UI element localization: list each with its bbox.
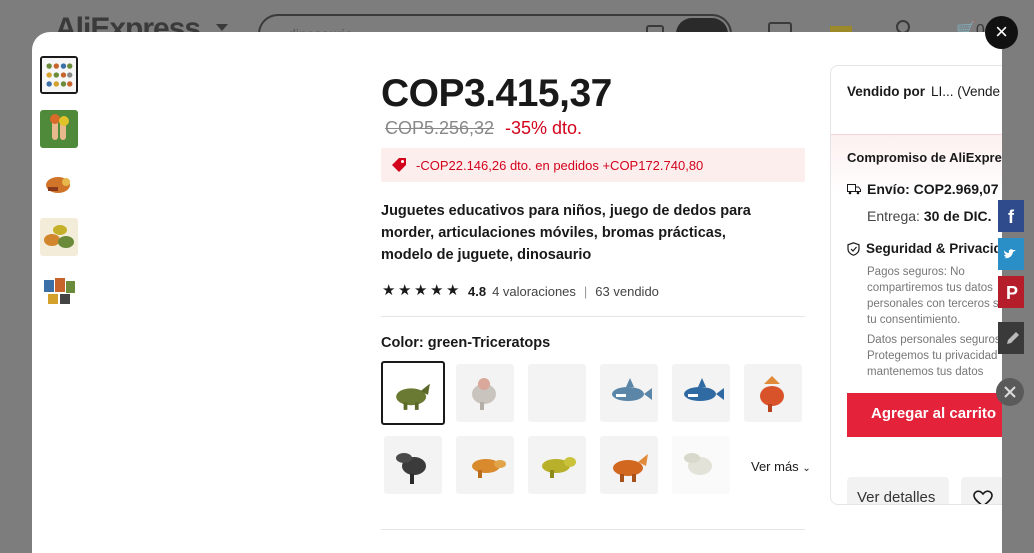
color-swatch-7[interactable] [384,436,442,494]
view-details-button[interactable]: Ver detalles [847,477,949,504]
star-icon: ★ [414,282,428,299]
sold-by-label: Vendido por [847,84,926,99]
color-swatch-4[interactable] [600,364,658,422]
thumbnail-4[interactable] [40,218,78,256]
dino-red-icon [760,376,784,412]
svg-text:P: P [1006,283,1018,303]
tag-icon [392,158,406,172]
dino-head-thumb [40,165,78,203]
thumbnail-1[interactable] [40,56,78,94]
security-text: mantenemos tus datos [867,366,984,378]
security-title: Seguridad & Privacid [866,241,1002,256]
dino-pack-thumb [40,272,78,310]
divider [381,529,805,530]
product-title: Juguetes educativos para niños, juego de… [381,203,751,263]
rating-row[interactable]: ★ ★ ★ ★ ★ 4.8 4 valoraciones | 63 vendid… [382,281,659,301]
see-more-link[interactable]: Ver más ⌄ [751,459,811,474]
product-quick-view-modal: COP3.415,37 COP5.256,32 -35% dto. -COP22… [32,32,1002,553]
sold-count: 63 vendido [595,283,659,299]
security-text: Datos personales seguros [867,334,1001,346]
shark-blue-icon [684,378,724,401]
star-icon: ★ [382,282,396,299]
wishlist-button[interactable] [961,477,1002,504]
triceratops-green-icon [396,383,430,410]
coupon-banner[interactable]: -COP22.146,26 dto. en pedidos +COP172.74… [381,148,805,182]
dino-yellow-icon [542,457,576,478]
sold-by-row[interactable]: Vendido por LI... (Vende [847,84,1000,99]
chevron-down-icon: ⌄ [802,463,811,474]
svg-text:f: f [1008,207,1015,227]
discount-badge: -35% dto. [505,118,583,138]
coupon-text: -COP22.146,26 dto. en pedidos +COP172.74… [416,158,704,173]
star-icon: ★ [430,282,444,299]
shipping-cost: Envío: COP2.969,07 [867,181,999,197]
modal-close-button[interactable]: × [985,16,1018,49]
seller-name[interactable]: LI... (Vende [931,84,1000,99]
color-label: Color: green-Triceratops [381,335,551,351]
divider [381,316,805,317]
twitter-icon [1004,249,1016,259]
shark-light-blue-icon [612,378,652,401]
security-text: Protegemos tu privacidad [867,350,998,362]
dino-glow-icon [672,436,730,494]
purchase-panel: Vendido por LI... (Vende Compromiso de Al… [830,65,1002,505]
close-icon [1004,386,1016,398]
thumbnail-3[interactable] [40,165,78,203]
shield-icon [847,241,860,256]
heart-icon [973,490,993,504]
delivery-label: Entrega: [867,208,920,224]
facebook-icon: f [1008,207,1015,227]
star-icon: ★ [446,282,460,299]
pinterest-icon: P [1006,283,1018,303]
delivery-date: 30 de DIC. [923,208,992,224]
add-to-cart-button[interactable]: Agregar al carrito [847,393,1002,437]
security-text: compartiremos tus datos [867,282,993,294]
color-swatch-5[interactable] [672,364,730,422]
color-swatch-11[interactable] [672,436,730,494]
thumbnail-5[interactable] [40,272,78,310]
shipping-row[interactable]: Envío: COP2.969,07 [847,181,999,197]
original-price: COP5.256,32 [385,118,495,138]
see-more-label: Ver más [751,459,799,474]
dino-orange-icon [472,459,506,478]
color-swatch-10[interactable] [600,436,658,494]
finger-dino-thumb [40,110,78,148]
dino-black-icon [396,453,426,484]
truck-icon [847,184,861,195]
pinterest-share-button[interactable]: P [998,276,1024,308]
color-swatch-8[interactable] [456,436,514,494]
dino-group-thumb [40,218,78,256]
edit-share-button[interactable] [998,322,1024,354]
dino-white-icon [472,378,496,410]
color-swatch-1[interactable] [381,361,445,425]
security-text: Pagos seguros: No [867,266,965,278]
color-swatch-3[interactable] [528,364,586,422]
rating-value: 4.8 [468,283,487,299]
chevron-down-icon [216,24,228,31]
color-swatch-6[interactable] [744,364,802,422]
share-close-button[interactable] [996,378,1024,406]
commitment-title: Compromiso de AliExpre [847,150,1002,165]
star-icon: ★ [398,282,412,299]
ratings-count[interactable]: 4 valoraciones [492,284,576,299]
color-swatch-2[interactable] [456,364,514,422]
separator: | [583,283,588,299]
triceratops-orange-icon [613,454,648,482]
twitter-share-button[interactable] [998,238,1024,270]
color-swatch-9[interactable] [528,436,586,494]
facebook-share-button[interactable]: f [998,200,1024,232]
security-text: personales con terceros s [867,298,999,310]
thumbnail-2[interactable] [40,110,78,148]
security-row[interactable]: Seguridad & Privacid [847,241,1002,256]
star-rating: ★ ★ ★ ★ ★ [382,282,460,299]
security-text: tu consentimiento. [867,314,961,326]
dino-set-thumb [42,58,76,92]
current-price: COP3.415,37 [381,72,612,115]
delivery-row: Entrega: 30 de DIC. [867,208,992,224]
pencil-icon [1007,332,1019,344]
